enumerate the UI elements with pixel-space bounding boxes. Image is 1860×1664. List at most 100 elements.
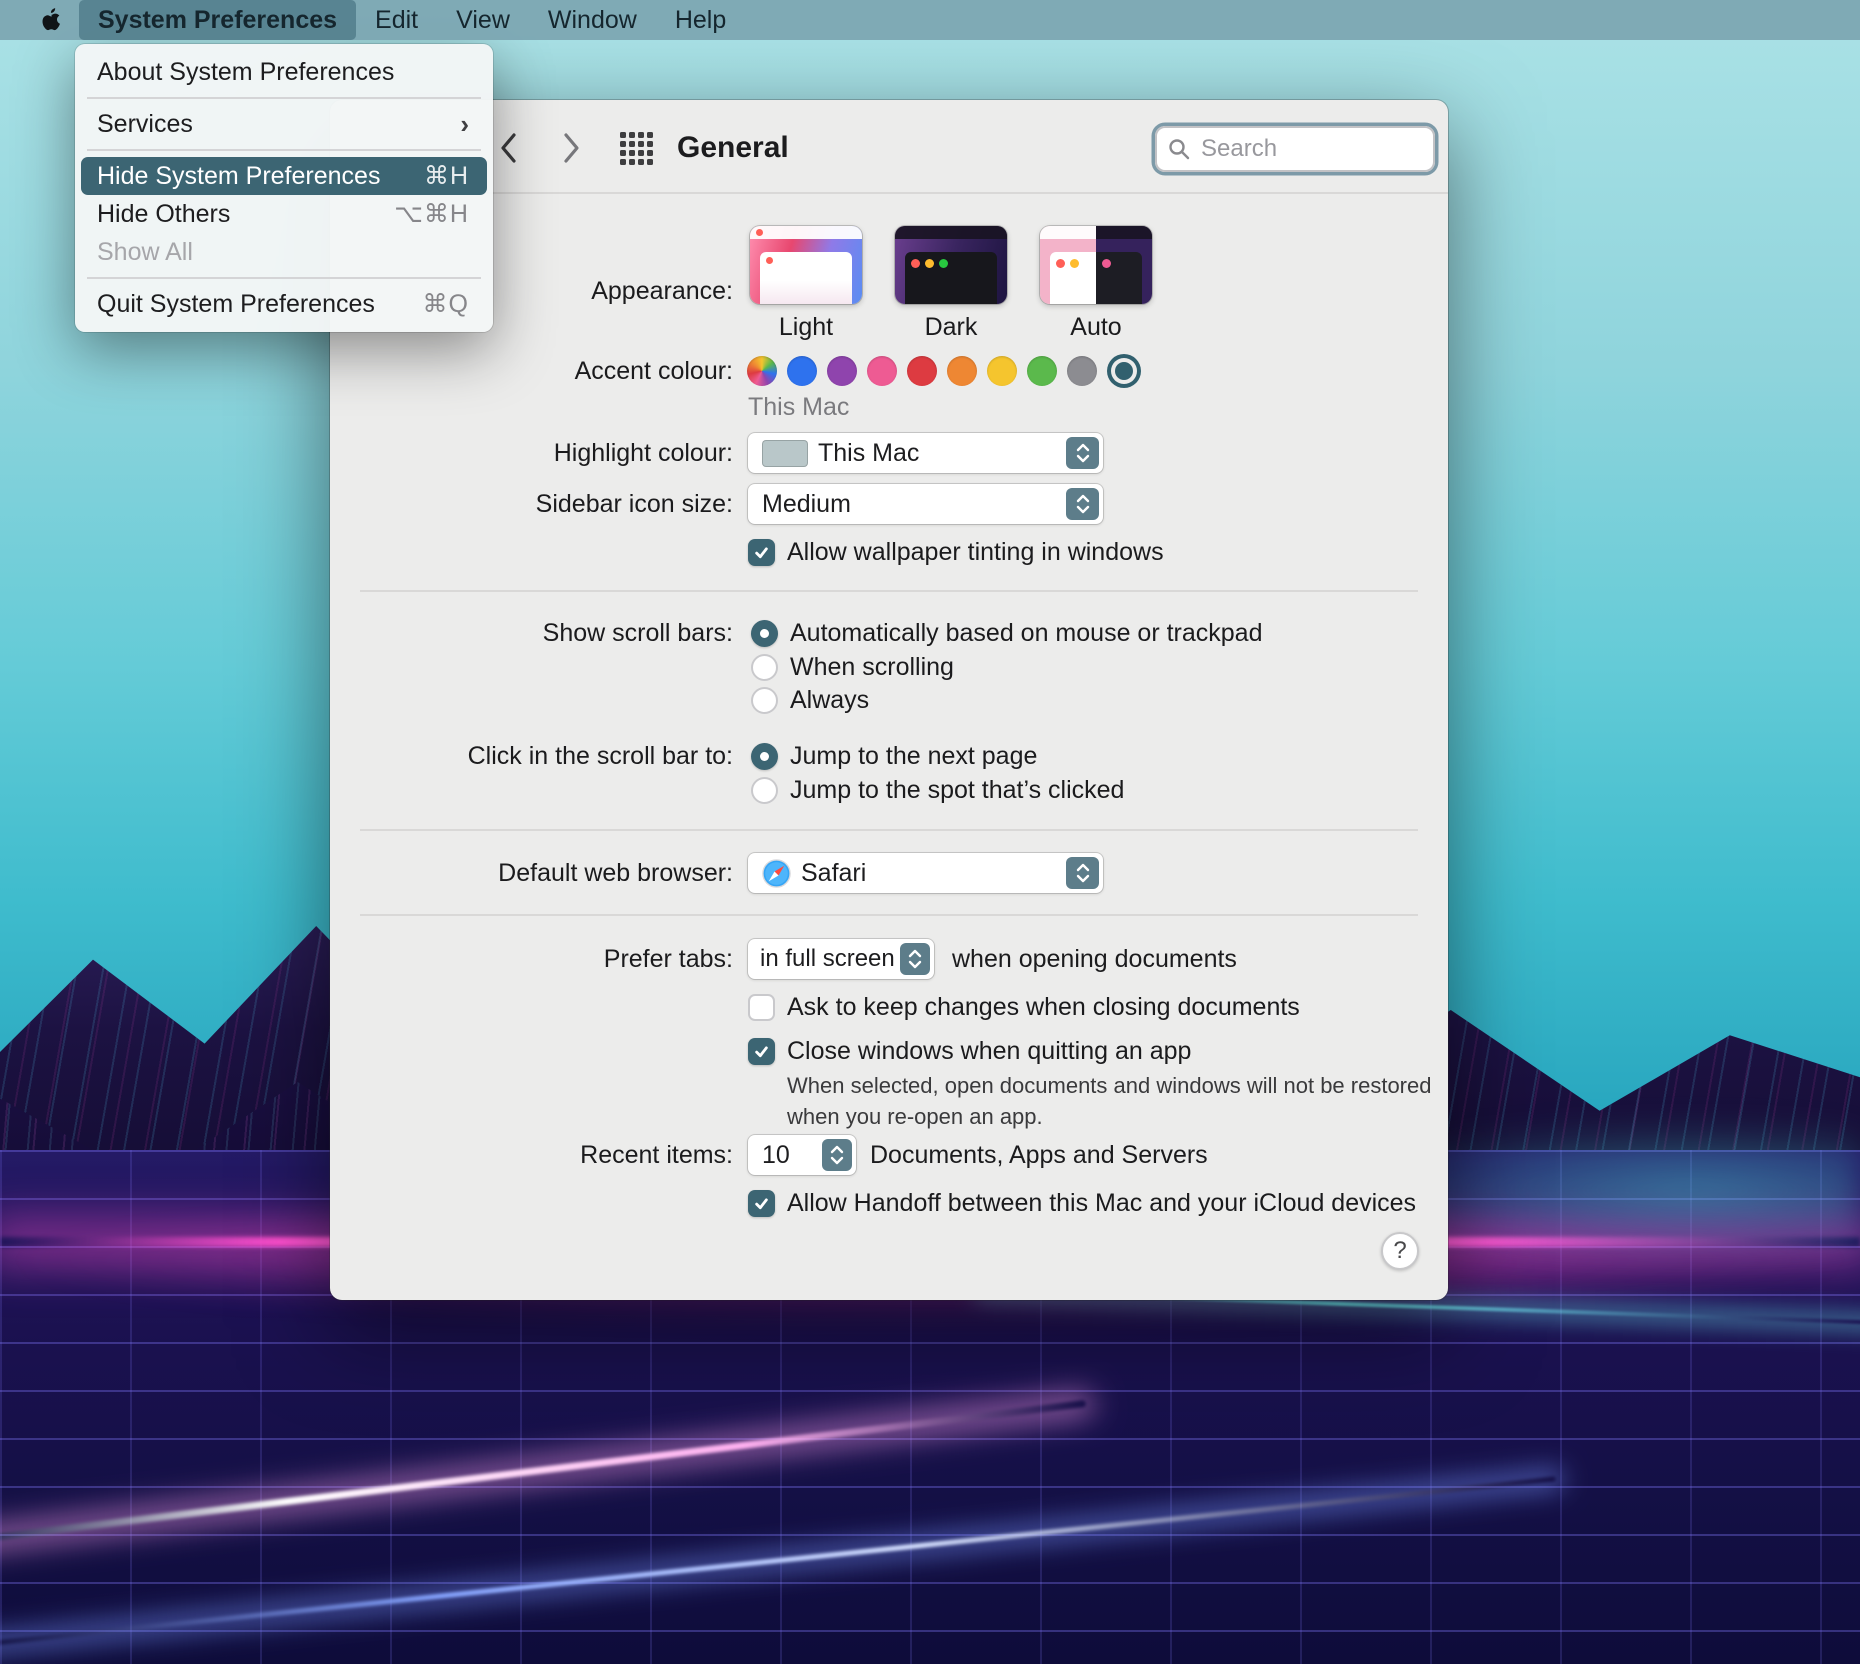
radio-scrollbars-when-scrolling-label: When scrolling <box>790 653 954 681</box>
thumb-dot <box>925 259 934 268</box>
default-browser-label: Default web browser: <box>498 859 733 887</box>
close-windows-checkbox[interactable] <box>748 1038 775 1065</box>
recent-items-value: 10 <box>762 1140 790 1169</box>
handoff-checkbox[interactable] <box>748 1190 775 1217</box>
accent-multicolour[interactable] <box>747 356 777 386</box>
radio-scrollbars-always[interactable] <box>751 687 778 714</box>
desktop: General Appearance: <box>0 0 1860 1664</box>
apple-icon <box>42 7 60 30</box>
accent-orange[interactable] <box>947 356 977 386</box>
page-title: General <box>677 131 789 164</box>
wallpaper-tinting-checkbox[interactable] <box>748 539 775 566</box>
apple-menu[interactable] <box>24 0 79 40</box>
highlight-colour-popup[interactable]: This Mac <box>748 433 1103 473</box>
show-all-grid-icon[interactable] <box>620 132 653 165</box>
wallpaper-tinting-label: Allow wallpaper tinting in windows <box>787 538 1164 566</box>
accent-blue[interactable] <box>787 356 817 386</box>
menu-item-show-all: Show All <box>75 233 493 271</box>
thumb-menubar <box>1040 226 1152 239</box>
menu-item-hide-others[interactable]: Hide Others ⌥⌘H <box>75 195 493 233</box>
close-windows-note: When selected, open documents and window… <box>787 1073 1432 1129</box>
search-field[interactable] <box>1155 126 1435 172</box>
appearance-option-light[interactable] <box>750 226 862 304</box>
highlight-value: This Mac <box>818 438 920 467</box>
menu-shortcut: ⌘H <box>423 162 469 190</box>
stepper-icon <box>900 943 930 975</box>
accent-yellow[interactable] <box>987 356 1017 386</box>
stepper-icon <box>1066 437 1099 469</box>
radio-jump-to-spot[interactable] <box>751 777 778 804</box>
default-browser-popup[interactable]: Safari <box>748 853 1103 893</box>
accent-graphite[interactable] <box>1067 356 1097 386</box>
highlight-colour-label: Highlight colour: <box>553 439 733 467</box>
menu-shortcut: ⌥⌘H <box>394 200 469 228</box>
accent-red[interactable] <box>907 356 937 386</box>
radio-jump-next-page-label: Jump to the next page <box>790 742 1038 770</box>
appearance-light-label: Light <box>778 313 834 341</box>
accent-colour-dots <box>747 354 1141 388</box>
prefer-tabs-popup[interactable]: in full screen <box>748 939 934 979</box>
scroll-bars-label: Show scroll bars: <box>542 619 733 647</box>
menu-edit[interactable]: Edit <box>356 0 437 40</box>
menu-separator <box>87 97 481 99</box>
menu-view[interactable]: View <box>437 0 529 40</box>
chevron-right-icon <box>564 133 579 163</box>
section-divider <box>360 914 1418 916</box>
default-browser-value: Safari <box>801 858 867 887</box>
accent-pink[interactable] <box>867 356 897 386</box>
menu-item-about[interactable]: About System Preferences <box>75 53 493 91</box>
prefer-tabs-suffix: when opening documents <box>952 945 1237 973</box>
ask-keep-changes-checkbox[interactable] <box>748 994 775 1021</box>
thumb-menubar <box>895 226 1007 239</box>
menu-item-quit[interactable]: Quit System Preferences ⌘Q <box>75 285 493 323</box>
menu-item-label: Hide Others <box>97 199 231 228</box>
scroll-click-label: Click in the scroll bar to: <box>467 742 733 770</box>
radio-scrollbars-auto[interactable] <box>751 620 778 647</box>
forward-button[interactable] <box>556 130 586 166</box>
help-button[interactable]: ? <box>1381 1232 1419 1270</box>
safari-icon <box>762 858 791 888</box>
thumb-dot <box>911 259 920 268</box>
accent-selected[interactable] <box>1107 354 1141 388</box>
thumb-dot <box>756 229 763 236</box>
appearance-dark-label: Dark <box>924 313 978 341</box>
menu-shortcut: ⌘Q <box>422 290 469 318</box>
menu-separator <box>87 149 481 151</box>
radio-scrollbars-when-scrolling[interactable] <box>751 654 778 681</box>
toolbar-separator <box>330 192 1448 194</box>
menu-system-preferences[interactable]: System Preferences <box>79 0 357 40</box>
prefer-tabs-value: in full screen <box>760 945 895 972</box>
recent-items-popup[interactable]: 10 <box>748 1135 856 1175</box>
thumb-dot <box>1102 259 1111 268</box>
handoff-label: Allow Handoff between this Mac and your … <box>787 1189 1417 1217</box>
system-preferences-window: General Appearance: <box>330 100 1448 1300</box>
menu-item-services[interactable]: Services › <box>75 105 493 143</box>
app-menu: About System Preferences Services › Hide… <box>75 44 493 332</box>
thumb-dot <box>1070 259 1079 268</box>
radio-scrollbars-auto-label: Automatically based on mouse or trackpad <box>790 619 1263 647</box>
thumb-dot <box>939 259 948 268</box>
appearance-option-auto[interactable] <box>1040 226 1152 304</box>
menu-separator <box>87 277 481 279</box>
accent-purple[interactable] <box>827 356 857 386</box>
menu-window[interactable]: Window <box>529 0 656 40</box>
chevron-left-icon <box>501 133 516 163</box>
menu-item-label: Hide System Preferences <box>97 161 381 190</box>
appearance-option-dark[interactable] <box>895 226 1007 304</box>
sidebar-size-popup[interactable]: Medium <box>748 484 1103 524</box>
accent-green[interactable] <box>1027 356 1057 386</box>
check-icon <box>755 1046 768 1058</box>
menu-item-hide-system-preferences[interactable]: Hide System Preferences ⌘H <box>81 157 487 195</box>
menu-item-label: Services <box>97 109 193 138</box>
thumb-dot <box>1056 259 1065 268</box>
thumb-menubar <box>750 226 862 239</box>
highlight-swatch <box>762 439 808 467</box>
chevron-right-icon: › <box>460 108 469 139</box>
menu-help[interactable]: Help <box>656 0 745 40</box>
radio-jump-next-page[interactable] <box>751 743 778 770</box>
section-divider <box>360 829 1418 831</box>
accent-note: This Mac <box>748 393 850 421</box>
search-input[interactable] <box>1199 134 1425 164</box>
back-button[interactable] <box>494 130 524 166</box>
close-windows-label: Close windows when quitting an app <box>787 1037 1192 1065</box>
